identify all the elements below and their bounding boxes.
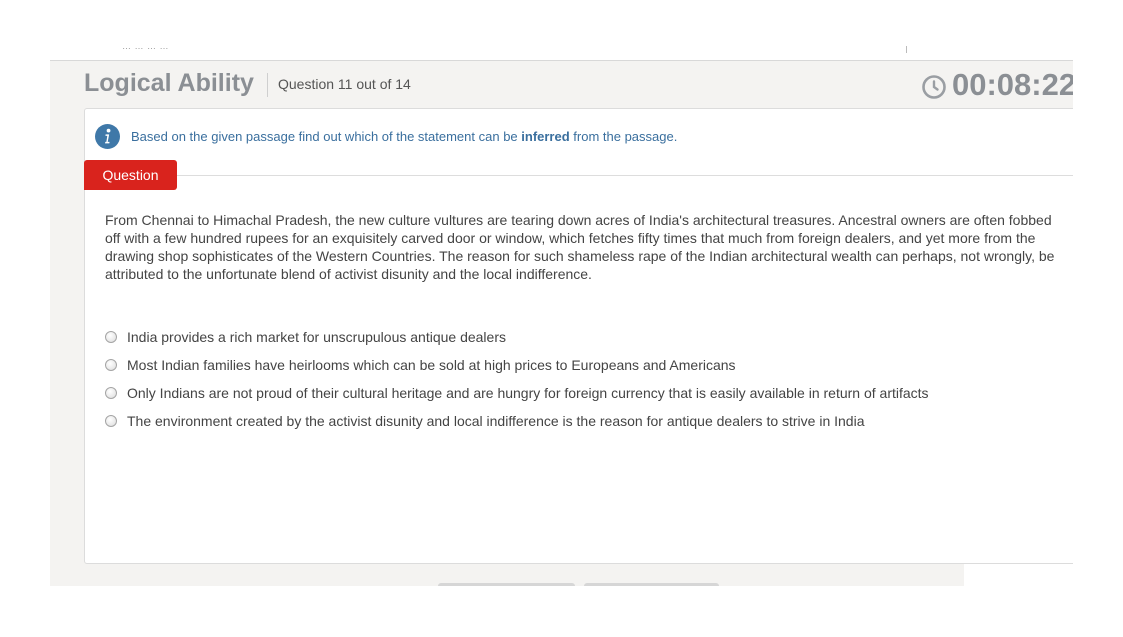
info-icon	[95, 124, 120, 149]
top-strip: … … … …	[50, 40, 1073, 61]
radio-button-4[interactable]	[105, 415, 117, 427]
instruction-text: Based on the given passage find out whic…	[131, 129, 677, 144]
radio-button-3[interactable]	[105, 387, 117, 399]
instruction-suffix: from the passage.	[569, 129, 678, 144]
option-label-2[interactable]: Most Indian families have heirlooms whic…	[127, 357, 736, 373]
exam-frame: … … … … Logical Ability Question 11 out …	[50, 40, 1073, 586]
radio-button-1[interactable]	[105, 331, 117, 343]
answer-option-4[interactable]: The environment created by the activist …	[105, 407, 929, 435]
top-strip-text: … … … …	[122, 41, 170, 51]
section-header: Logical Ability Question 11 out of 14 00…	[50, 61, 1073, 109]
title-divider	[267, 73, 268, 97]
instruction-prefix: Based on the given passage find out whic…	[131, 129, 522, 144]
answer-options: India provides a rich market for unscrup…	[105, 323, 929, 435]
answer-option-1[interactable]: India provides a rich market for unscrup…	[105, 323, 929, 351]
radio-button-2[interactable]	[105, 359, 117, 371]
question-tab: Question	[84, 160, 177, 190]
answer-option-3[interactable]: Only Indians are not proud of their cult…	[105, 379, 929, 407]
top-strip-divider	[906, 46, 907, 53]
passage-text: From Chennai to Himachal Pradesh, the ne…	[105, 212, 1055, 282]
option-label-4[interactable]: The environment created by the activist …	[127, 413, 865, 429]
countdown-timer: 00:08:22	[952, 67, 1073, 102]
next-button[interactable]	[584, 583, 719, 586]
clock-icon	[922, 75, 946, 99]
option-label-3[interactable]: Only Indians are not proud of their cult…	[127, 385, 929, 401]
answer-option-2[interactable]: Most Indian families have heirlooms whic…	[105, 351, 929, 379]
option-label-1[interactable]: India provides a rich market for unscrup…	[127, 329, 506, 345]
section-title: Logical Ability	[84, 69, 254, 97]
instruction-emphasis: inferred	[521, 129, 570, 144]
question-divider	[177, 175, 1073, 176]
right-cutoff	[964, 564, 1073, 586]
question-panel: Based on the given passage find out whic…	[84, 108, 1073, 564]
previous-button[interactable]	[438, 583, 575, 586]
question-counter: Question 11 out of 14	[278, 76, 411, 92]
